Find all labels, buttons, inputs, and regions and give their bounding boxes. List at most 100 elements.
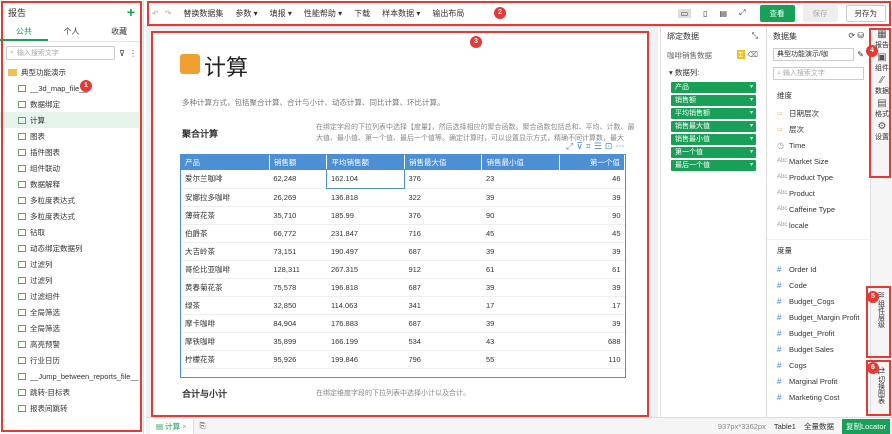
bottom-copy-icon[interactable]: ⎘ xyxy=(200,421,206,431)
table-cell[interactable]: 912 xyxy=(404,260,482,279)
bind-field-pill[interactable]: 最后一个值 xyxy=(671,160,756,171)
dim-item[interactable]: Abc Market Size xyxy=(767,153,870,169)
bottom-tab-calc[interactable]: ▤ 计算 × xyxy=(150,418,194,434)
dim-item[interactable]: Abc locale xyxy=(767,217,870,233)
table-tools[interactable]: ⤢⊽⌗☰⊡⋯ xyxy=(566,141,627,152)
copy-locator-button[interactable]: 复制Locator xyxy=(841,418,890,434)
table-cell[interactable]: 39 xyxy=(559,188,625,207)
tree-item[interactable]: 数据绑定 xyxy=(0,96,143,112)
bind-field-pill[interactable]: 产品 xyxy=(671,82,756,93)
column-header[interactable]: 销售最小值 xyxy=(481,155,560,170)
table-cell[interactable]: 534 xyxy=(404,332,482,351)
mobile-view-icon[interactable]: ▯ xyxy=(703,9,707,18)
side-settings[interactable]: ⚙ 设置 xyxy=(871,119,892,142)
table-cell[interactable]: 322 xyxy=(404,188,482,207)
tree-item[interactable]: 多粒度表达式 xyxy=(0,192,143,208)
tree-item[interactable]: 图表 xyxy=(0,128,143,144)
tree-item[interactable]: __Jump_between_reports_file__ xyxy=(0,368,143,384)
measure-item[interactable]: # Budget Sales xyxy=(767,341,870,357)
table-cell[interactable]: 哥伦比亚咖啡 xyxy=(181,260,270,279)
table-cell[interactable]: 166.199 xyxy=(326,332,405,351)
table-cell[interactable]: 39 xyxy=(559,242,625,261)
table-row[interactable]: 安娜拉多咖啡 26,269 136.818 322 39 39 xyxy=(181,188,625,207)
table-cell[interactable]: 大吉岭茶 xyxy=(181,242,270,261)
table-row[interactable]: 伯爵茶 66,772 231.847 716 45 45 xyxy=(181,224,625,243)
undo-icon[interactable]: ↶ xyxy=(152,9,159,18)
table-cell[interactable]: 376 xyxy=(404,206,482,225)
tree-item[interactable]: 高亮预警 xyxy=(0,336,143,352)
table-cell[interactable]: 安娜拉多咖啡 xyxy=(181,188,270,207)
table-cell[interactable]: 128,311 xyxy=(269,260,327,279)
table-cell[interactable]: 376 xyxy=(404,170,482,189)
table-row[interactable]: 大吉岭茶 73,151 190.497 687 39 39 xyxy=(181,242,625,261)
table-cell[interactable]: 62,248 xyxy=(269,170,327,189)
table-cell[interactable]: 796 xyxy=(404,350,482,369)
measure-item[interactable]: # Marketing Cost xyxy=(767,389,870,405)
table-cell[interactable]: 39 xyxy=(481,242,560,261)
bind-field-pill[interactable]: 销售额 xyxy=(671,95,756,106)
table-cell[interactable]: 231.847 xyxy=(326,224,405,243)
side-data[interactable]: ⁄⁄ 数据 xyxy=(871,73,892,96)
tree-item[interactable]: 动态绑定数据列 xyxy=(0,240,143,256)
dataset-search-input[interactable]: ⌕ 输入搜索文字 xyxy=(773,67,864,80)
output-layout-button[interactable]: 输出布局 xyxy=(432,8,464,19)
measure-item[interactable]: # Code xyxy=(767,277,870,293)
bind-field-pill[interactable]: 第一个值 xyxy=(671,147,756,158)
tree-folder[interactable]: 典型功能演示 xyxy=(0,64,143,80)
view-button[interactable]: 查看 xyxy=(759,4,795,22)
table-cell[interactable]: 190.497 xyxy=(326,242,405,261)
table-cell[interactable]: 66,772 xyxy=(269,224,327,243)
table-cell[interactable]: 75,578 xyxy=(269,278,327,297)
table-cell[interactable]: 176.883 xyxy=(326,314,405,333)
table-cell[interactable]: 45 xyxy=(481,224,560,243)
tree-item[interactable]: 多粒度表达式 xyxy=(0,208,143,224)
close-icon[interactable]: × xyxy=(182,422,186,431)
table-cell[interactable]: 薄荷花茶 xyxy=(181,206,270,225)
table-cell[interactable]: 39 xyxy=(481,314,560,333)
tree-item[interactable]: 跳转-目标表 xyxy=(0,384,143,400)
table-cell[interactable]: 35,710 xyxy=(269,206,327,225)
desktop-view-icon[interactable]: ▭ xyxy=(677,8,692,18)
tree-item[interactable]: 全局筛选 xyxy=(0,304,143,320)
table-cell[interactable]: 688 xyxy=(559,332,625,351)
tree-item[interactable]: 计算 xyxy=(0,112,143,128)
tree-item[interactable]: 过滤列 xyxy=(0,272,143,288)
dataset-select[interactable]: 典型功能演示/咖 xyxy=(773,48,855,61)
table-cell[interactable]: 687 xyxy=(404,242,482,261)
measure-item[interactable]: # Order Id xyxy=(767,261,870,277)
dim-item[interactable]: Abc Caffeine Type xyxy=(767,201,870,217)
tree-item[interactable]: 插件图表 xyxy=(0,144,143,160)
fullscreen-icon[interactable]: ⤢ xyxy=(739,8,745,18)
tree-item[interactable]: __3d_map_file__ xyxy=(0,80,143,96)
table-row[interactable]: 薄荷花茶 35,710 185.99 376 90 90 xyxy=(181,206,625,225)
table-cell[interactable]: 爱尔兰咖啡 xyxy=(181,170,270,189)
table-cell[interactable]: 32,850 xyxy=(269,296,327,315)
edit-icon[interactable]: ✎ xyxy=(857,50,864,59)
table-row[interactable]: 摩铁咖啡 35,899 166.199 534 43 688 xyxy=(181,332,625,351)
table-cell[interactable]: 摩卡咖啡 xyxy=(181,314,270,333)
bind-field-pill[interactable]: 销售最小值 xyxy=(671,134,756,145)
table-cell[interactable]: 114.063 xyxy=(326,296,405,315)
column-header[interactable]: 平均销售额 xyxy=(326,155,405,170)
table-cell[interactable]: 90 xyxy=(481,206,560,225)
eraser-icon[interactable]: ⌫ xyxy=(747,50,758,59)
table-cell[interactable]: 35,899 xyxy=(269,332,327,351)
sample-data-menu[interactable]: 样本数据 ▾ xyxy=(382,8,420,19)
fill-menu[interactable]: 填报 ▾ xyxy=(270,8,292,19)
bind-field-pill[interactable]: 平均销售额 xyxy=(671,108,756,119)
expand-icon[interactable]: ⤡ xyxy=(752,31,758,42)
tree-item[interactable]: 钻取 xyxy=(0,224,143,240)
table-row[interactable]: 绿茶 32,850 114.063 341 17 17 xyxy=(181,296,625,315)
column-header[interactable]: 销售额 xyxy=(269,155,328,170)
table-cell[interactable]: 17 xyxy=(481,296,560,315)
table-cell[interactable]: 73,151 xyxy=(269,242,327,261)
dim-item[interactable]: Abc Product xyxy=(767,185,870,201)
table-cell[interactable]: 84,904 xyxy=(269,314,327,333)
table-cell[interactable]: 267.315 xyxy=(326,260,405,279)
table-cell[interactable]: 23 xyxy=(481,170,560,189)
table-cell[interactable]: 17 xyxy=(559,296,625,315)
save-as-button[interactable]: 另存为 xyxy=(845,4,886,22)
dim-item[interactable]: ▭ 日期层次 xyxy=(767,105,870,121)
column-header[interactable]: 产品 xyxy=(181,155,270,170)
table-cell[interactable]: 716 xyxy=(404,224,482,243)
